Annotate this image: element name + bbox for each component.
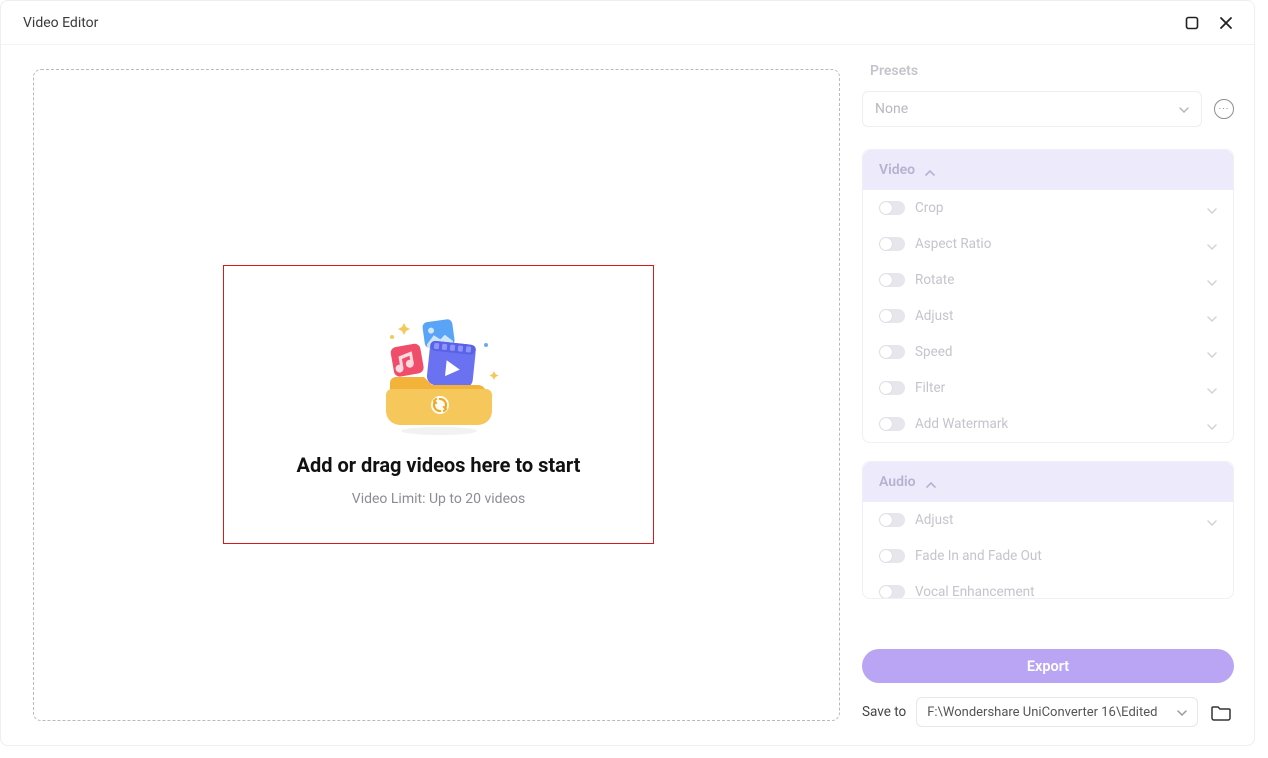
chevron-down-icon [1207,199,1217,218]
option-fade[interactable]: Fade In and Fade Out [863,538,1233,574]
toggle-speed[interactable] [879,345,905,359]
export-label: Export [1027,658,1069,675]
section-title: Video [879,162,915,178]
open-folder-button[interactable] [1208,699,1234,725]
presets-row: None ··· [862,91,1234,127]
option-label: Aspect Ratio [915,236,1197,252]
section-video-header[interactable]: Video [863,150,1233,190]
toggle-adjust-video[interactable] [879,309,905,323]
section-video: Video Crop Aspect Ratio [862,149,1234,443]
folder-icon [1211,703,1231,721]
toggle-rotate[interactable] [879,273,905,287]
option-aspect-ratio[interactable]: Aspect Ratio [863,226,1233,262]
chevron-down-icon [1207,271,1217,290]
close-button[interactable] [1216,13,1236,33]
save-path-select[interactable]: F:\Wondershare UniConverter 16\Edited [916,697,1198,727]
chevron-down-icon [1179,101,1189,117]
toggle-adjust-audio[interactable] [879,513,905,527]
media-folder-icon [374,315,504,435]
presets-selected: None [875,101,908,117]
titlebar: Video Editor [1,1,1254,45]
chevron-down-icon [1207,379,1217,398]
option-label: Add Watermark [915,416,1197,432]
dropzone-title: Add or drag videos here to start [297,453,581,477]
toggle-aspect-ratio[interactable] [879,237,905,251]
window-title: Video Editor [23,15,98,31]
option-label: Filter [915,380,1197,396]
option-add-watermark[interactable]: Add Watermark [863,406,1233,442]
body: Add or drag videos here to start Video L… [1,45,1254,745]
option-label: Speed [915,344,1197,360]
dropzone-highlight: Add or drag videos here to start Video L… [223,265,654,544]
chevron-down-icon [1207,235,1217,254]
export-button[interactable]: Export [862,649,1234,683]
option-speed[interactable]: Speed [863,334,1233,370]
caret-up-icon [925,161,935,180]
save-path-value: F:\Wondershare UniConverter 16\Edited [927,705,1157,720]
square-icon [1185,16,1199,30]
dropzone[interactable]: Add or drag videos here to start Video L… [33,69,840,721]
option-label: Fade In and Fade Out [915,548,1217,564]
maximize-button[interactable] [1182,13,1202,33]
chevron-down-icon [1177,705,1187,720]
option-filter[interactable]: Filter [863,370,1233,406]
save-to-label: Save to [862,704,906,720]
toggle-crop[interactable] [879,201,905,215]
right-pane: Presets None ··· Video [862,45,1254,745]
presets-more-button[interactable]: ··· [1214,99,1234,119]
dropzone-subtitle: Video Limit: Up to 20 videos [352,491,525,507]
left-pane: Add or drag videos here to start Video L… [1,45,862,745]
right-footer: Export Save to F:\Wondershare UniConvert… [862,637,1234,745]
chevron-down-icon [1207,307,1217,326]
toggle-fade[interactable] [879,549,905,563]
presets-label: Presets [870,63,1234,79]
close-icon [1219,16,1233,30]
option-vocal-enhancement[interactable]: Vocal Enhancement [863,574,1233,598]
option-crop[interactable]: Crop [863,190,1233,226]
toggle-vocal-enhancement[interactable] [879,585,905,598]
option-label: Crop [915,200,1197,216]
option-label: Rotate [915,272,1197,288]
section-video-body: Crop Aspect Ratio Rotate [863,190,1233,442]
toggle-filter[interactable] [879,381,905,395]
option-label: Adjust [915,512,1197,528]
option-adjust-video[interactable]: Adjust [863,298,1233,334]
window-controls [1182,13,1236,33]
section-title: Audio [879,474,916,490]
settings-scroll[interactable]: Video Crop Aspect Ratio [862,149,1234,637]
option-rotate[interactable]: Rotate [863,262,1233,298]
presets-select[interactable]: None [862,91,1202,127]
section-audio-body: Adjust Fade In and Fade Out Vocal Enhanc… [863,502,1233,598]
option-label: Vocal Enhancement [915,584,1217,598]
chevron-down-icon [1207,343,1217,362]
section-audio-header[interactable]: Audio [863,462,1233,502]
caret-up-icon [926,473,936,492]
chevron-down-icon [1207,511,1217,530]
option-label: Adjust [915,308,1197,324]
chevron-down-icon [1207,415,1217,434]
save-to-row: Save to F:\Wondershare UniConverter 16\E… [862,697,1234,727]
option-adjust-audio[interactable]: Adjust [863,502,1233,538]
section-audio: Audio Adjust Fade In and [862,461,1234,599]
toggle-add-watermark[interactable] [879,417,905,431]
more-icon: ··· [1219,104,1230,115]
video-editor-window: Video Editor [0,0,1255,746]
